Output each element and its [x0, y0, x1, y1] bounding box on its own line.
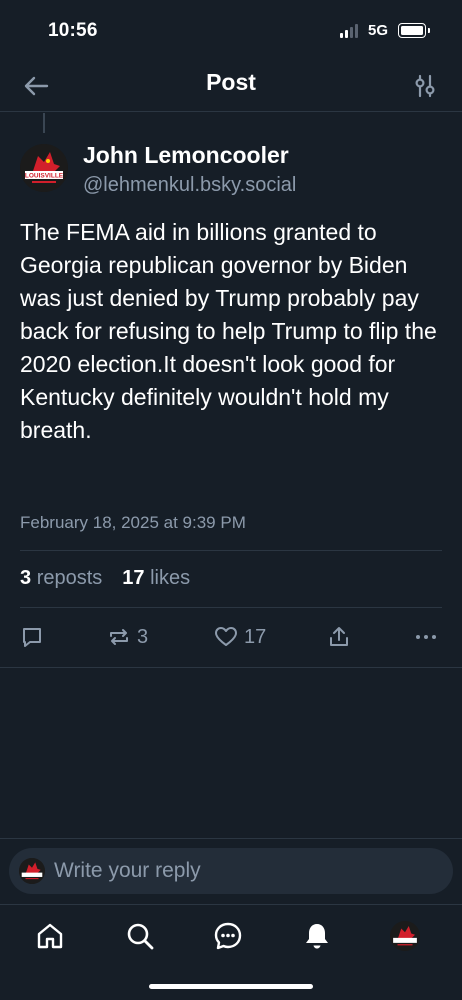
chat-icon: [214, 922, 242, 950]
post-stats: 3 reposts 17 likes: [20, 567, 190, 590]
post-text: The FEMA aid in billions granted to Geor…: [20, 219, 437, 443]
repost-button[interactable]: 3: [107, 622, 148, 652]
author-name[interactable]: John Lemoncooler: [83, 142, 289, 169]
reposts-stat[interactable]: 3 reposts: [20, 567, 102, 590]
tab-home[interactable]: [32, 918, 68, 954]
reply-placeholder: Write your reply: [54, 859, 201, 882]
post-date: February 18, 2025 at 9:39 PM: [20, 513, 246, 532]
reposts-count: 3: [20, 567, 32, 589]
reply-button[interactable]: [20, 622, 44, 652]
divider: [0, 838, 462, 839]
avatar-logo-text: LOUISVILLE: [25, 173, 64, 180]
tab-chat[interactable]: [210, 918, 246, 954]
likes-stat[interactable]: 17 likes: [122, 567, 190, 590]
network-type: 5G: [368, 22, 389, 39]
post-actions: 3 17: [0, 622, 462, 652]
sliders-icon: [415, 74, 435, 98]
reposts-label: reposts: [36, 567, 103, 589]
home-icon: [37, 923, 63, 949]
heart-icon: [215, 627, 237, 646]
likes-count: 17: [122, 567, 145, 589]
more-horizontal-icon: [416, 635, 436, 639]
author-handle[interactable]: @lehmenkul.bsky.social: [83, 174, 296, 197]
header: Post: [0, 62, 462, 112]
status-bar: 10:56 5G: [0, 0, 462, 62]
repost-count: 3: [137, 625, 149, 648]
avatar: [19, 858, 45, 884]
avatar[interactable]: LOUISVILLE: [20, 144, 68, 192]
repost-icon: [110, 629, 128, 645]
thread-line: [43, 113, 45, 133]
status-time: 10:56: [48, 20, 98, 41]
more-options-button[interactable]: [414, 622, 438, 652]
tab-profile[interactable]: [387, 918, 423, 954]
share-button[interactable]: [327, 622, 351, 652]
signal-icon: [340, 24, 358, 38]
thread-options-button[interactable]: [410, 70, 440, 102]
tab-notifications[interactable]: [299, 918, 335, 954]
reply-input[interactable]: Write your reply: [9, 848, 453, 894]
profile-avatar-icon: [390, 921, 420, 951]
likes-label: likes: [150, 567, 191, 589]
divider: [0, 904, 462, 905]
like-count: 17: [244, 625, 267, 648]
divider: [20, 550, 442, 551]
share-icon: [330, 627, 348, 646]
home-indicator: [149, 984, 313, 989]
like-button[interactable]: 17: [214, 622, 266, 652]
bell-icon: [306, 924, 328, 949]
tab-search[interactable]: [122, 918, 158, 954]
post-author[interactable]: LOUISVILLE John Lemoncooler @lehmenkul.b…: [20, 140, 442, 200]
search-icon: [127, 923, 154, 950]
divider: [0, 667, 462, 668]
divider: [20, 607, 442, 608]
comment-icon: [23, 628, 41, 647]
battery-icon: [398, 23, 430, 38]
page-title: Post: [206, 69, 256, 95]
